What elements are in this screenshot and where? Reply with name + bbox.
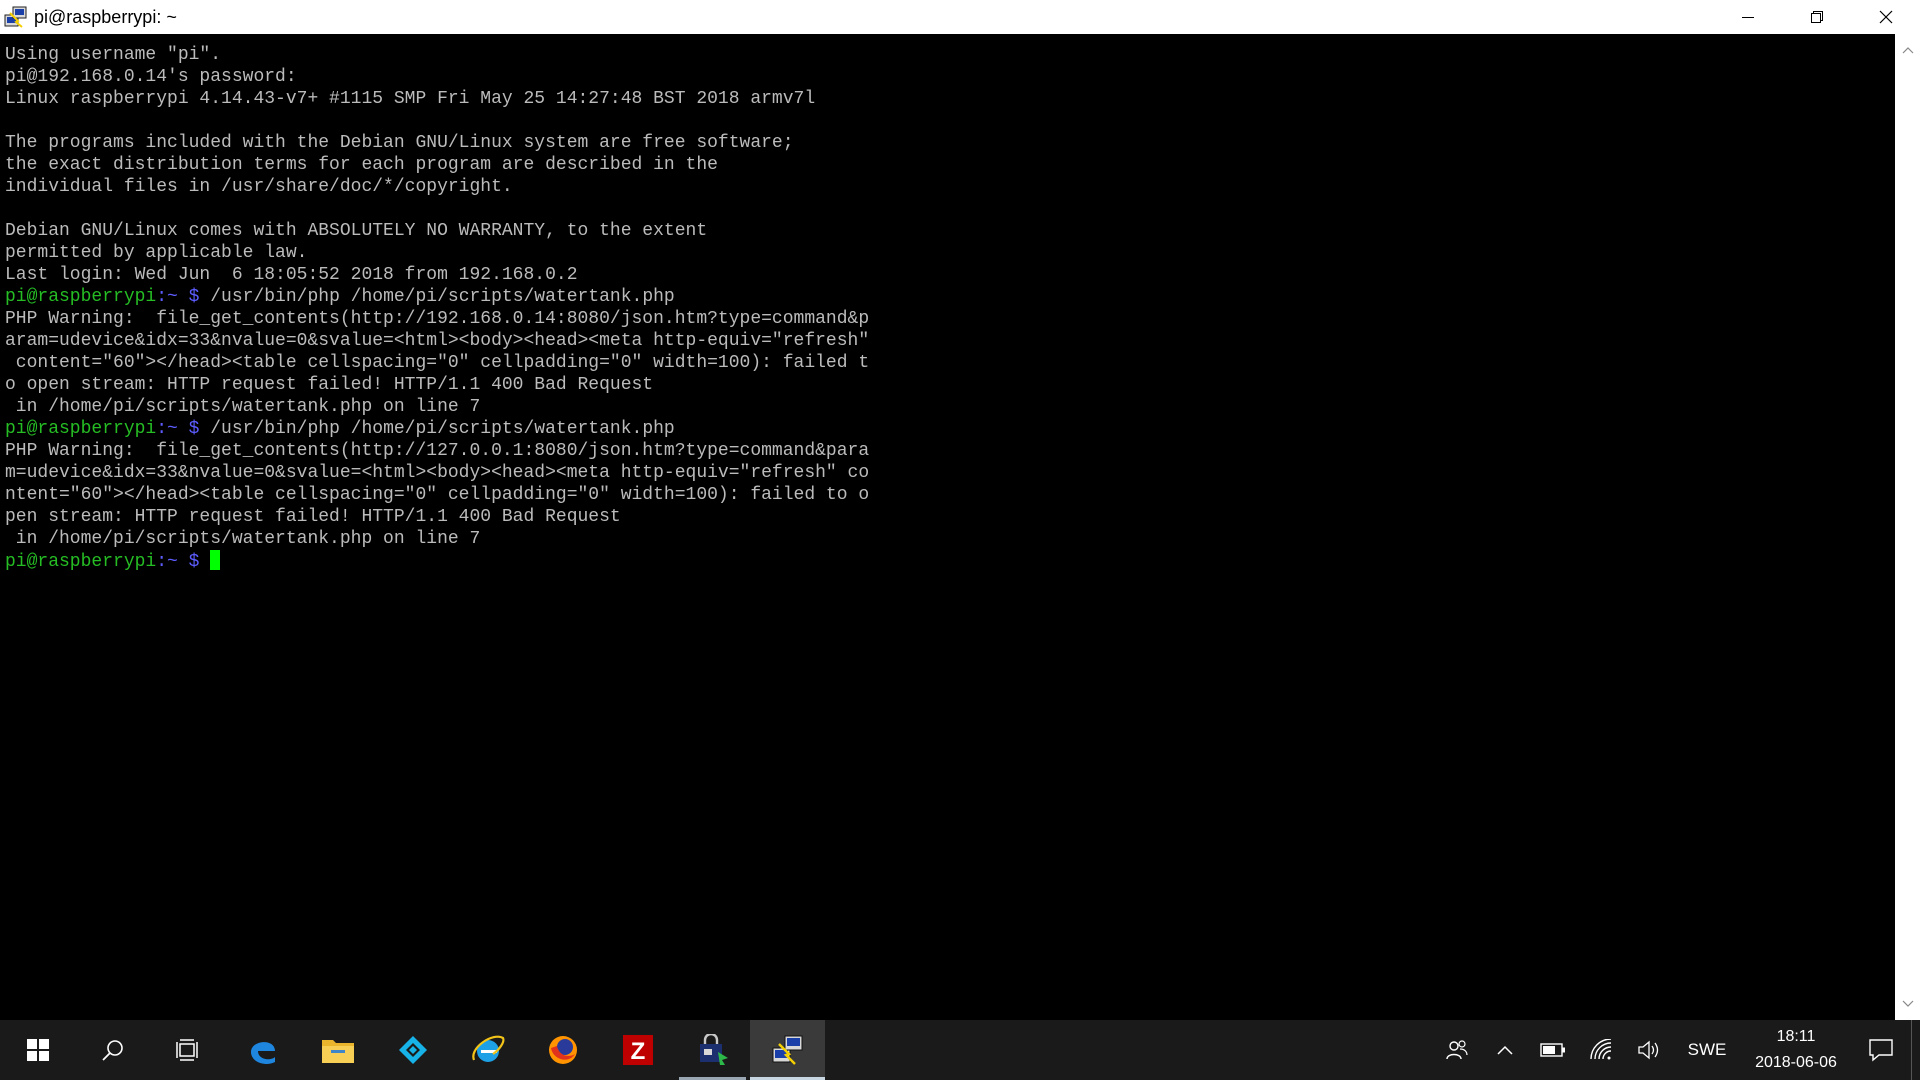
- wifi-icon: [1590, 1039, 1612, 1060]
- system-tray: SWE 18:11 2018-06-06: [1433, 1020, 1920, 1080]
- terminal-line: Linux raspberrypi 4.14.43-v7+ #1115 SMP …: [5, 89, 816, 109]
- battery-button[interactable]: [1529, 1020, 1577, 1080]
- vertical-scrollbar[interactable]: [1895, 34, 1920, 1020]
- terminal-line: pen stream: HTTP request failed! HTTP/1.…: [5, 507, 621, 527]
- terminal-line: ntent="60"></head><table cellspacing="0"…: [5, 485, 870, 505]
- prompt-user-host: pi@raspberrypi: [5, 287, 157, 307]
- scroll-up-button[interactable]: [1895, 38, 1920, 62]
- command-text: /usr/bin/php /home/pi/scripts/watertank.…: [210, 419, 675, 439]
- battery-icon: [1540, 1043, 1565, 1057]
- people-icon: [1446, 1040, 1468, 1060]
- firefox-icon: [547, 1034, 579, 1066]
- action-center-button[interactable]: [1851, 1020, 1911, 1080]
- window-title-bar[interactable]: pi@raspberrypi: ~: [0, 0, 1920, 34]
- restore-button[interactable]: [1782, 0, 1851, 34]
- prompt-user-host: pi@raspberrypi: [5, 552, 157, 572]
- prompt-path: :~ $: [156, 552, 211, 572]
- terminal-line: PHP Warning: file_get_contents(http://19…: [5, 309, 870, 329]
- taskbar-edge[interactable]: [225, 1020, 300, 1080]
- putty-icon: [771, 1034, 805, 1066]
- terminal-line: aram=udevice&idx=33&nvalue=0&svalue=<htm…: [5, 331, 870, 351]
- search-icon: [101, 1038, 125, 1062]
- task-view-button[interactable]: [150, 1020, 225, 1080]
- terminal-line: Debian GNU/Linux comes with ABSOLUTELY N…: [5, 221, 708, 241]
- taskbar-file-explorer[interactable]: [300, 1020, 375, 1080]
- close-button[interactable]: [1851, 0, 1920, 34]
- close-icon: [1879, 10, 1892, 24]
- windows-logo-icon: [26, 1039, 49, 1061]
- scroll-down-button[interactable]: [1895, 992, 1920, 1016]
- task-view-icon: [175, 1038, 201, 1062]
- taskbar-internet-explorer[interactable]: [450, 1020, 525, 1080]
- terminal-line: permitted by applicable law.: [5, 243, 308, 263]
- terminal-line: The programs included with the Debian GN…: [5, 133, 794, 153]
- terminal-line: pi@raspberrypi:~ $ /usr/bin/php /home/pi…: [5, 418, 1895, 440]
- search-button[interactable]: [75, 1020, 150, 1080]
- terminal-line: Last login: Wed Jun 6 18:05:52 2018 from…: [5, 265, 578, 285]
- terminal-area[interactable]: Using username "pi". pi@192.168.0.14's pa…: [0, 34, 1895, 1020]
- terminal-line: content="60"></head><table cellspacing="…: [5, 353, 870, 373]
- chevron-up-icon: [1902, 47, 1913, 54]
- taskbar-store-app[interactable]: [675, 1020, 750, 1080]
- store-lock-icon: [696, 1034, 730, 1066]
- taskbar-firefox[interactable]: [525, 1020, 600, 1080]
- clock[interactable]: 18:11 2018-06-06: [1741, 1020, 1851, 1080]
- prompt-user-host: pi@raspberrypi: [5, 419, 157, 439]
- show-hidden-icons-button[interactable]: [1481, 1020, 1529, 1080]
- putty-icon[interactable]: [2, 3, 30, 31]
- terminal-line: o open stream: HTTP request failed! HTTP…: [5, 375, 654, 395]
- volume-button[interactable]: [1625, 1020, 1673, 1080]
- terminal-line: pi@raspberrypi:~ $ /usr/bin/php /home/pi…: [5, 286, 1895, 308]
- terminal-line: the exact distribution terms for each pr…: [5, 155, 718, 175]
- text-cursor: [210, 550, 221, 570]
- input-language[interactable]: SWE: [1673, 1020, 1741, 1080]
- chevron-down-icon: [1902, 1000, 1913, 1007]
- terminal-line: pi@192.168.0.14's password:: [5, 67, 297, 87]
- edge-icon: [247, 1034, 279, 1066]
- terminal-line: Using username "pi".: [5, 45, 222, 65]
- show-desktop-button[interactable]: [1911, 1020, 1920, 1080]
- terminal-output[interactable]: Using username "pi". pi@192.168.0.14's pa…: [0, 34, 1895, 572]
- terminal-line: m=udevice&idx=33&nvalue=0&svalue=<html><…: [5, 463, 870, 483]
- internet-explorer-icon: [471, 1034, 505, 1066]
- people-button[interactable]: [1433, 1020, 1481, 1080]
- restore-icon: [1810, 11, 1823, 23]
- speaker-icon: [1638, 1040, 1659, 1060]
- notification-icon: [1869, 1039, 1893, 1062]
- taskbar-kodi[interactable]: [375, 1020, 450, 1080]
- filezilla-icon: Z: [622, 1034, 654, 1066]
- terminal-line: pi@raspberrypi:~ $: [5, 550, 1895, 572]
- command-text: /usr/bin/php /home/pi/scripts/watertank.…: [210, 287, 675, 307]
- svg-text:Z: Z: [630, 1038, 645, 1065]
- terminal-line: in /home/pi/scripts/watertank.php on lin…: [5, 529, 481, 549]
- taskbar-filezilla[interactable]: Z: [600, 1020, 675, 1080]
- terminal-line: PHP Warning: file_get_contents(http://12…: [5, 441, 870, 461]
- clock-time: 18:11: [1776, 1028, 1816, 1045]
- taskbar-apps: Z: [0, 1020, 825, 1080]
- window-controls: [1713, 0, 1920, 34]
- prompt-path: :~ $: [156, 287, 211, 307]
- terminal-line: in /home/pi/scripts/watertank.php on lin…: [5, 397, 481, 417]
- kodi-icon: [397, 1034, 429, 1066]
- taskbar-putty[interactable]: [750, 1020, 825, 1080]
- minimize-icon: [1741, 17, 1754, 18]
- clock-date: 2018-06-06: [1755, 1054, 1837, 1071]
- folder-icon: [321, 1036, 355, 1064]
- chevron-up-icon: [1497, 1045, 1513, 1055]
- start-button[interactable]: [0, 1020, 75, 1080]
- window-title: pi@raspberrypi: ~: [34, 6, 177, 27]
- wifi-button[interactable]: [1577, 1020, 1625, 1080]
- minimize-button[interactable]: [1713, 0, 1782, 34]
- terminal-line: individual files in /usr/share/doc/*/cop…: [5, 177, 513, 197]
- taskbar: Z SWE 18:11 2018-06-06: [0, 1020, 1920, 1080]
- prompt-path: :~ $: [156, 419, 211, 439]
